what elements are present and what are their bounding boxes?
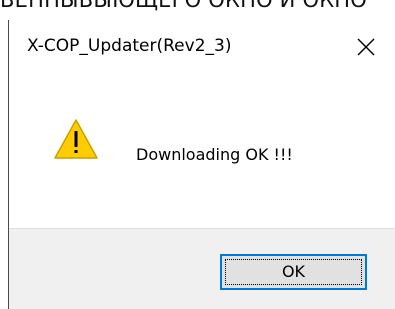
- dialog-title: X-COP_Updater(Rev2_3): [27, 36, 232, 56]
- warning-icon: [54, 119, 98, 159]
- dialog-titlebar[interactable]: X-COP_Updater(Rev2_3): [9, 20, 395, 74]
- close-button[interactable]: [335, 20, 395, 74]
- ok-button-label: OK: [281, 262, 306, 281]
- close-icon: [357, 38, 374, 56]
- ok-button[interactable]: OK: [220, 254, 367, 290]
- dialog-message: Downloading OK !!!: [136, 145, 293, 164]
- dialog-content: Downloading OK !!!: [9, 74, 395, 228]
- message-box-dialog: X-COP_Updater(Rev2_3) Downloading OK !!!…: [8, 20, 395, 309]
- screen: ВЕННЫВЫЮЩЕГО ОКНО И ОКНО X-COP_Updater(R…: [0, 0, 395, 309]
- dialog-button-bar: OK: [9, 228, 395, 309]
- background-window-text: ВЕННЫВЫЮЩЕГО ОКНО И ОКНО: [0, 0, 368, 12]
